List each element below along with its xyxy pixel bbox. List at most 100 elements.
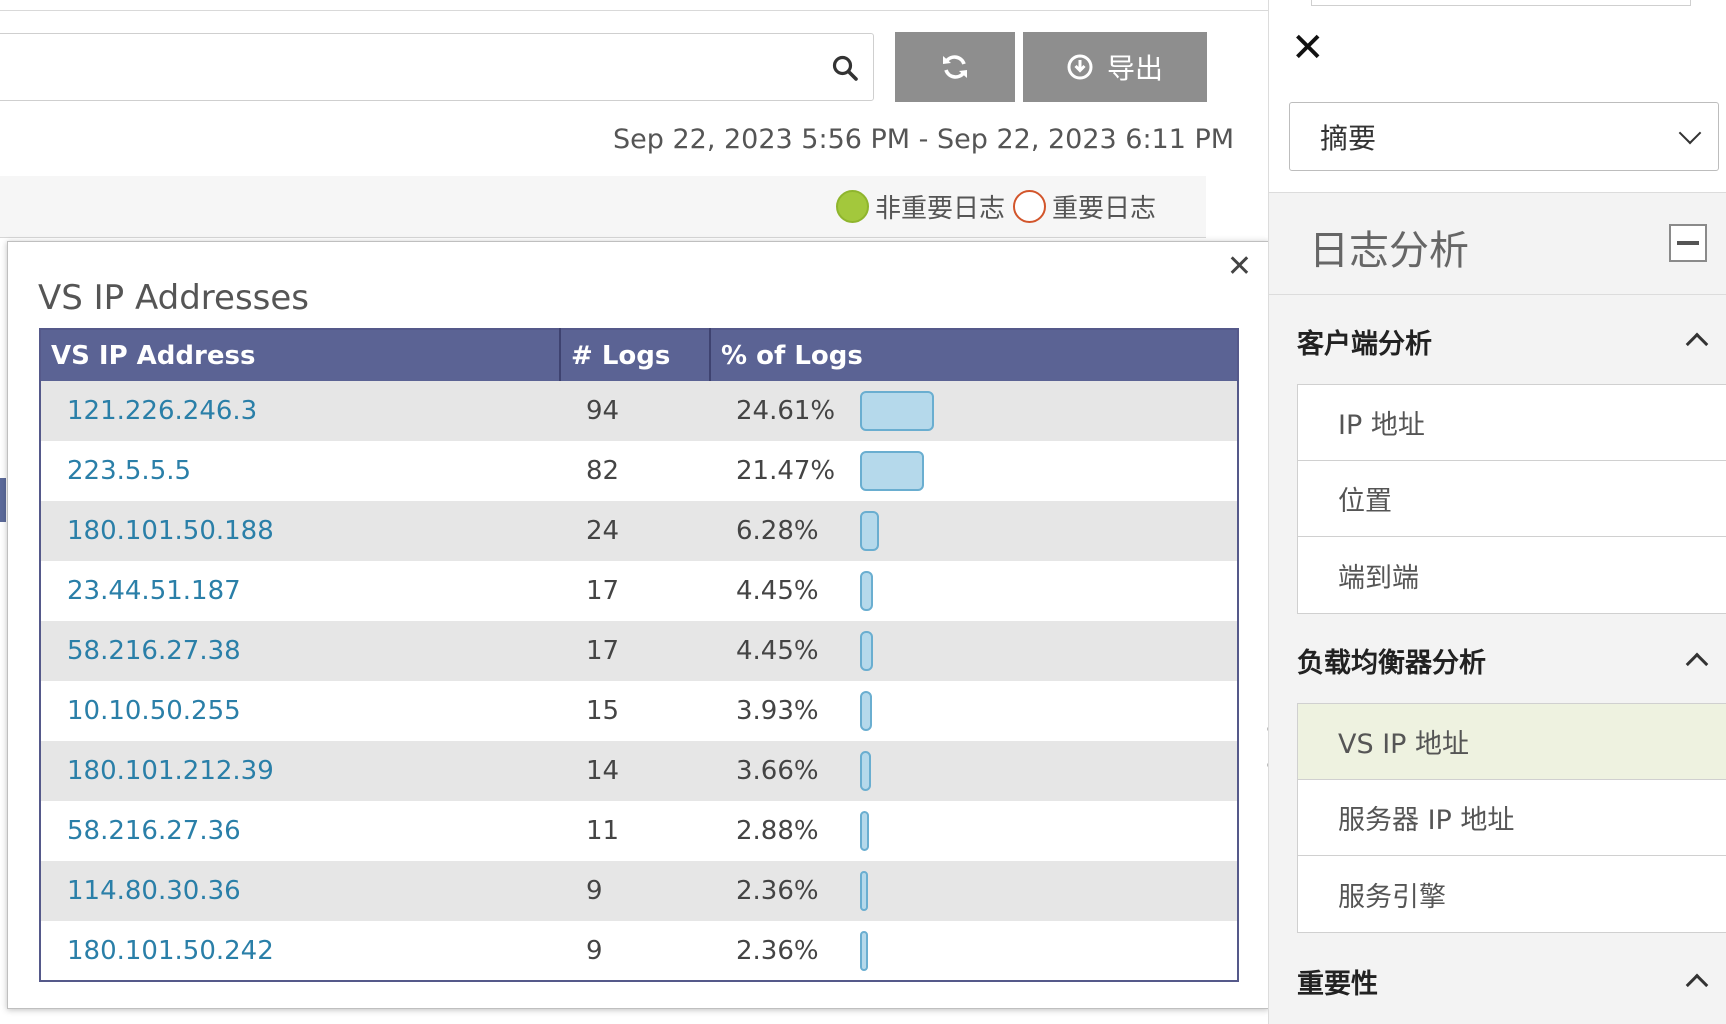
log-percent: 2.36% (710, 921, 860, 981)
sidebar-item-service-engine[interactable]: 服务引擎 (1298, 856, 1726, 932)
percent-bar-cell (860, 681, 1238, 741)
sidebar-item-ip-address[interactable]: IP 地址 (1298, 385, 1726, 461)
percent-bar (860, 451, 925, 491)
view-select[interactable]: 摘要 (1289, 102, 1719, 171)
percent-bar-cell (860, 861, 1238, 921)
table-row[interactable]: 23.44.51.187 17 4.45% (40, 561, 1238, 621)
table-row[interactable]: 180.101.212.39 14 3.66% (40, 741, 1238, 801)
right-panel: ✕ 摘要 日志分析 客户端分析 IP 地址 位置 端到端 负载均衡器分析 VS … (1268, 0, 1726, 1024)
search-icon[interactable] (831, 54, 859, 82)
group-list-client: IP 地址 位置 端到端 (1297, 384, 1726, 614)
top-divider (0, 10, 1268, 11)
ip-address-link[interactable]: 121.226.246.3 (40, 381, 560, 441)
log-count: 17 (560, 561, 710, 621)
percent-bar-cell (860, 441, 1238, 501)
left-selection-stub (0, 478, 6, 522)
legend-non-significant[interactable]: 非重要日志 (875, 188, 1005, 225)
table-row[interactable]: 58.216.27.38 17 4.45% (40, 621, 1238, 681)
ip-address-link[interactable]: 58.216.27.36 (40, 801, 560, 861)
vs-ip-table: VS IP Address # Logs % of Logs 121.226.2… (39, 328, 1239, 982)
group-header-client[interactable]: 客户端分析 (1297, 322, 1432, 361)
section-title: 日志分析 (1309, 228, 1469, 274)
ip-address-link[interactable]: 180.101.50.242 (40, 921, 560, 981)
table-row[interactable]: 180.101.50.242 9 2.36% (40, 921, 1238, 981)
chevron-up-icon[interactable] (1685, 332, 1709, 356)
percent-bar (860, 391, 934, 431)
log-legend: 非重要日志 重要日志 (836, 188, 1156, 225)
ip-address-link[interactable]: 58.216.27.38 (40, 621, 560, 681)
log-percent: 4.45% (710, 561, 860, 621)
log-count: 14 (560, 741, 710, 801)
percent-bar-cell (860, 561, 1238, 621)
column-header-logs[interactable]: # Logs (560, 329, 711, 381)
non-significant-dot-icon (836, 190, 869, 223)
column-header-pct[interactable]: % of Logs (710, 329, 1238, 381)
percent-bar-cell (860, 801, 1238, 861)
percent-bar (860, 811, 869, 851)
refresh-icon (943, 55, 967, 79)
table-row[interactable]: 121.226.246.3 94 24.61% (40, 381, 1238, 441)
table-row[interactable]: 223.5.5.5 82 21.47% (40, 441, 1238, 501)
group-list-load-balancer: VS IP 地址 服务器 IP 地址 服务引擎 (1297, 703, 1726, 933)
log-percent: 3.66% (710, 741, 860, 801)
collapse-button[interactable] (1669, 224, 1707, 262)
percent-bar (860, 751, 871, 791)
log-count: 9 (560, 921, 710, 981)
sidebar-item-vs-ip-address[interactable]: VS IP 地址 (1298, 704, 1726, 780)
ip-address-link[interactable]: 180.101.212.39 (40, 741, 560, 801)
percent-bar (860, 571, 874, 611)
percent-bar-cell (860, 741, 1238, 801)
log-count: 11 (560, 801, 710, 861)
chevron-up-icon[interactable] (1685, 652, 1709, 676)
log-count: 24 (560, 501, 710, 561)
refresh-button[interactable] (895, 32, 1015, 102)
percent-bar (860, 511, 879, 551)
chevron-up-icon[interactable] (1685, 973, 1709, 997)
table-row[interactable]: 114.80.30.36 9 2.36% (40, 861, 1238, 921)
ip-address-link[interactable]: 114.80.30.36 (40, 861, 560, 921)
export-label: 导出 (1106, 53, 1163, 84)
sidebar-item-end-to-end[interactable]: 端到端 (1298, 537, 1726, 613)
column-header-ip[interactable]: VS IP Address (40, 329, 561, 381)
log-percent: 2.88% (710, 801, 860, 861)
legend-significant[interactable]: 重要日志 (1052, 188, 1156, 225)
ip-address-link[interactable]: 223.5.5.5 (40, 441, 560, 501)
log-count: 94 (560, 381, 710, 441)
popup-close-icon[interactable]: ✕ (1227, 252, 1252, 282)
view-select-value: 摘要 (1320, 121, 1377, 155)
sidebar-item-location[interactable]: 位置 (1298, 461, 1726, 537)
ip-address-link[interactable]: 10.10.50.255 (40, 681, 560, 741)
download-circle-icon (1067, 54, 1093, 80)
percent-bar (860, 631, 874, 671)
percent-bar (860, 691, 872, 731)
log-percent: 21.47% (710, 441, 860, 501)
time-range: Sep 22, 2023 5:56 PM - Sep 22, 2023 6:11… (613, 124, 1235, 155)
significant-dot-icon (1013, 190, 1047, 223)
percent-bar-cell (860, 501, 1238, 561)
log-count: 15 (560, 681, 710, 741)
table-row[interactable]: 58.216.27.36 11 2.88% (40, 801, 1238, 861)
search-input[interactable] (0, 33, 874, 101)
group-header-load-balancer[interactable]: 负载均衡器分析 (1297, 641, 1486, 680)
log-percent: 2.36% (710, 861, 860, 921)
log-percent: 6.28% (710, 501, 860, 561)
log-percent: 4.45% (710, 621, 860, 681)
vs-ip-popup: ✕ VS IP Addresses VS IP Address # Logs %… (7, 241, 1269, 1009)
table-row[interactable]: 10.10.50.255 15 3.93% (40, 681, 1238, 741)
ip-address-link[interactable]: 23.44.51.187 (40, 561, 560, 621)
percent-bar-cell (860, 621, 1238, 681)
panel-close-icon[interactable]: ✕ (1291, 28, 1325, 68)
log-count: 9 (560, 861, 710, 921)
table-row[interactable]: 180.101.50.188 24 6.28% (40, 501, 1238, 561)
section-divider (1269, 294, 1726, 295)
log-count: 17 (560, 621, 710, 681)
sidebar-item-server-ip-address[interactable]: 服务器 IP 地址 (1298, 780, 1726, 856)
group-header-significance[interactable]: 重要性 (1297, 962, 1378, 1001)
log-percent: 24.61% (710, 381, 860, 441)
percent-bar-cell (860, 921, 1238, 981)
ip-address-link[interactable]: 180.101.50.188 (40, 501, 560, 561)
export-button[interactable]: 导出 (1023, 32, 1207, 102)
percent-bar (860, 930, 868, 971)
popup-title: VS IP Addresses (38, 278, 310, 318)
log-count: 82 (560, 441, 710, 501)
